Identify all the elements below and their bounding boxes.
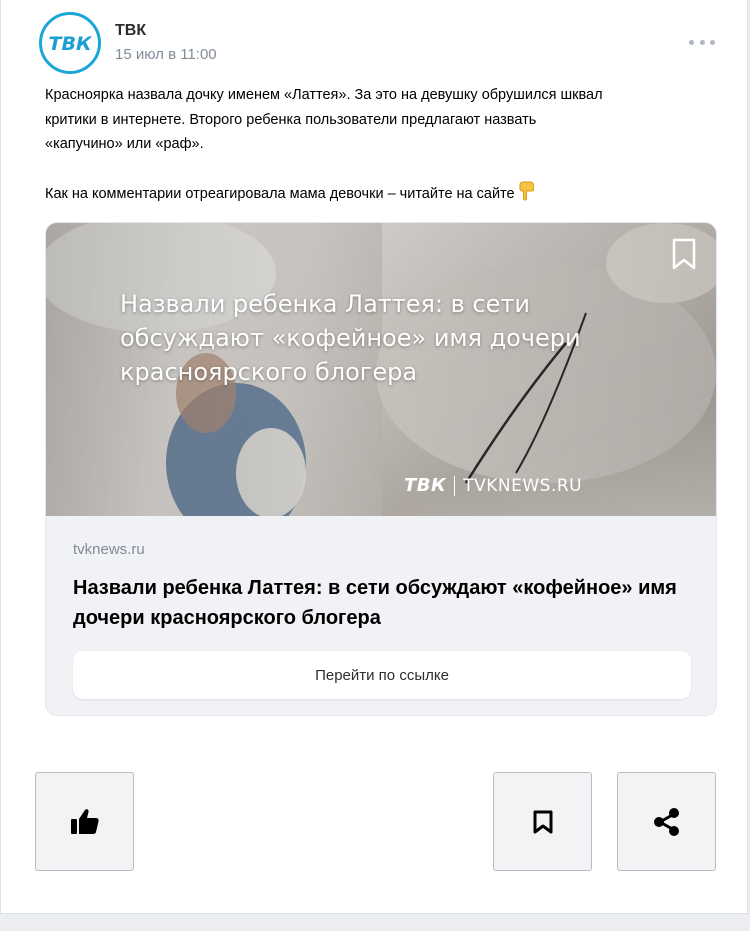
bookmark-button[interactable] xyxy=(493,772,592,871)
share-icon xyxy=(653,807,679,836)
share-button[interactable] xyxy=(617,772,716,871)
more-options-button[interactable] xyxy=(689,32,715,52)
avatar[interactable]: ТВК xyxy=(39,12,101,74)
point-down-icon xyxy=(519,181,535,210)
link-image-brand: ТВК TVKNEWS.RU xyxy=(404,475,582,496)
like-button[interactable] xyxy=(35,772,134,871)
link-image[interactable]: Назвали ребенка Латтея: в сети обсуждают… xyxy=(46,223,716,516)
post-card: ТВК ТВК 15 июл в 11:00 Красноярка назвал… xyxy=(0,0,748,914)
avatar-text: ТВК xyxy=(49,33,93,55)
page-background xyxy=(0,914,750,931)
link-domain[interactable]: tvknews.ru xyxy=(73,541,145,558)
dot-icon xyxy=(699,39,705,45)
bookmark-icon xyxy=(533,810,552,833)
author-name[interactable]: ТВК xyxy=(115,22,146,40)
brand-mark: ТВК xyxy=(404,475,447,496)
thumbs-up-icon xyxy=(70,808,99,834)
link-image-title: Назвали ребенка Латтея: в сети обсуждают… xyxy=(120,290,581,386)
bookmark-icon xyxy=(672,238,696,270)
brand-site: TVKNEWS.RU xyxy=(463,475,583,496)
post-paragraph: Как на комментарии отреагировала мама де… xyxy=(45,181,725,210)
post-text: Красноярка назвала дочку именем «Латтея»… xyxy=(45,83,725,209)
link-title[interactable]: Назвали ребенка Латтея: в сети обсуждают… xyxy=(73,573,693,633)
open-link-button[interactable]: Перейти по ссылке xyxy=(73,651,691,699)
post-date[interactable]: 15 июл в 11:00 xyxy=(115,46,217,63)
link-attachment[interactable]: Назвали ребенка Латтея: в сети обсуждают… xyxy=(45,222,717,716)
post-paragraph-text: Как на комментарии отреагировала мама де… xyxy=(45,185,515,202)
brand-divider xyxy=(454,475,456,496)
dot-icon xyxy=(710,39,715,45)
tvk-logo: ТВК xyxy=(49,33,93,55)
post-paragraph: Красноярка назвала дочку именем «Латтея»… xyxy=(45,87,603,152)
dot-icon xyxy=(689,39,694,45)
bookmark-overlay-button[interactable] xyxy=(670,237,698,271)
